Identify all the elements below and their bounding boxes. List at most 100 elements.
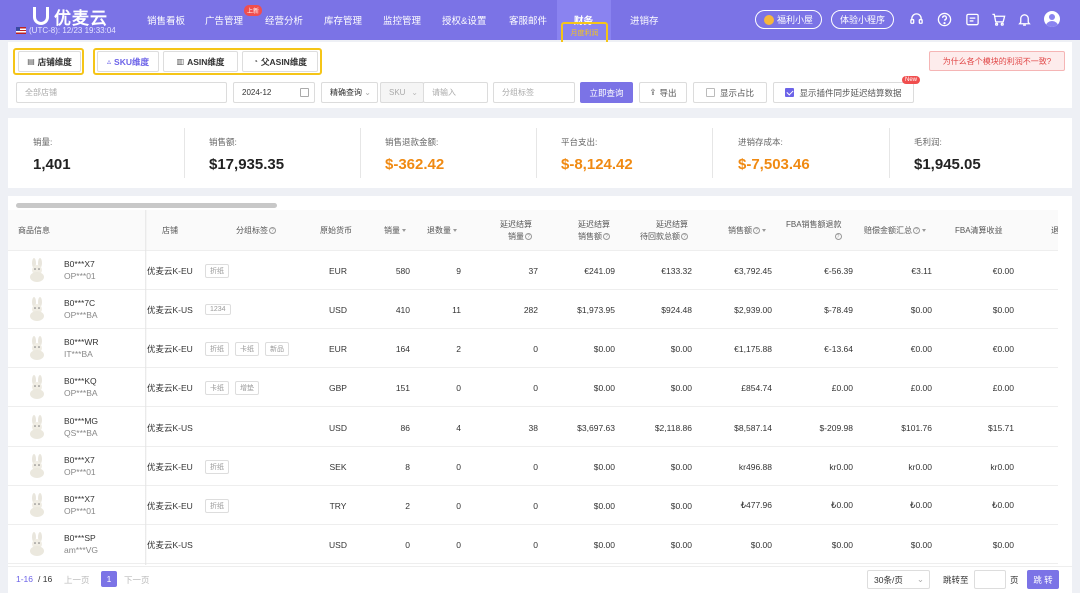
show-ratio-checkbox[interactable]: 显示占比 bbox=[693, 82, 767, 103]
table-row: B0***X7 OP***01 优麦云K-EU 折纸 EUR 580 9 37 €241.09 €… bbox=[8, 251, 1058, 290]
cell-currency: EUR bbox=[329, 265, 347, 276]
stat-label: 毛利润: bbox=[914, 137, 942, 147]
export-icon: ⇪ bbox=[649, 87, 657, 97]
group-tag: 卡纸 bbox=[205, 380, 229, 395]
menu-inventory[interactable]: 库存管理 bbox=[324, 13, 362, 27]
cell-qty: 8 bbox=[405, 461, 410, 472]
match-mode-select[interactable]: 精确查询 ⌄ bbox=[321, 82, 378, 103]
jump-page-input[interactable] bbox=[974, 570, 1006, 589]
stat-label: 销售额: bbox=[209, 137, 237, 147]
th-delay-amount-line2: 销售额 bbox=[578, 232, 602, 241]
miniprogram-label: 体验小程序 bbox=[840, 15, 886, 25]
support-icon[interactable] bbox=[908, 11, 924, 27]
store-select[interactable]: 全部店铺 bbox=[16, 82, 227, 103]
product-asin: B0***7C bbox=[64, 298, 96, 308]
menu-purchase-sales[interactable]: 进销存 bbox=[630, 13, 659, 27]
page-size-value: 30条/页 bbox=[874, 574, 903, 585]
product-thumbnail bbox=[26, 375, 48, 399]
next-page-button[interactable]: 下一页 bbox=[124, 574, 150, 586]
menu-sales-board[interactable]: 销售看板 bbox=[147, 13, 185, 27]
th-refund-qty[interactable]: 退数量 bbox=[427, 225, 457, 237]
help-icon[interactable]: ? bbox=[603, 233, 610, 241]
menu-customer-email[interactable]: 客服邮件 bbox=[509, 13, 547, 27]
cell-refund-qty: 0 bbox=[456, 382, 461, 393]
product-info[interactable]: B0***KQ OP***BA bbox=[64, 375, 98, 399]
jump-button[interactable]: 跳 转 bbox=[1027, 570, 1059, 589]
menu-auth-settings[interactable]: 授权&设置 bbox=[442, 13, 486, 27]
horizontal-scrollbar[interactable] bbox=[16, 203, 277, 208]
group-tag-select[interactable]: 分组标签 bbox=[493, 82, 575, 103]
sort-icon[interactable] bbox=[762, 229, 766, 233]
product-sku: am***VG bbox=[64, 545, 99, 555]
product-thumbnail bbox=[26, 493, 48, 517]
cell-fba-liquidation: ₺0.00 bbox=[992, 500, 1014, 510]
help-icon[interactable]: ? bbox=[834, 233, 842, 241]
stat-value: $1,945.05 bbox=[914, 156, 981, 173]
message-icon[interactable] bbox=[964, 11, 980, 27]
stat-label: 进销存成本: bbox=[738, 137, 783, 147]
th-delay-qty-line2: 销量 bbox=[508, 232, 524, 241]
cell-refund-qty: 4 bbox=[456, 422, 461, 433]
miniprogram-button[interactable]: 体验小程序 bbox=[831, 10, 895, 29]
cell-compensation: $0.00 bbox=[910, 304, 932, 315]
benefits-button[interactable]: 福利小屋 bbox=[755, 10, 823, 29]
sort-icon[interactable] bbox=[922, 229, 926, 233]
bell-icon[interactable] bbox=[1016, 11, 1032, 27]
cell-fba-refund: kr0.00 bbox=[829, 461, 853, 472]
help-icon[interactable]: ? bbox=[681, 233, 688, 241]
cell-refund-qty: 11 bbox=[452, 304, 461, 315]
profit-difference-link[interactable]: 为什么各个模块的利润不一致? bbox=[929, 51, 1065, 71]
cell-delay-pending: $924.48 bbox=[661, 304, 692, 315]
cart-icon[interactable] bbox=[990, 11, 1006, 27]
th-sales[interactable]: 销售额? bbox=[728, 225, 766, 237]
cell-delay-qty: 0 bbox=[533, 500, 538, 511]
field-chevron-icon: ⌄ bbox=[411, 88, 418, 97]
product-info[interactable]: B0***7C OP***BA bbox=[64, 297, 98, 321]
th-delay-qty: 延迟结算 销量? bbox=[500, 219, 532, 243]
query-button[interactable]: 立即查询 bbox=[580, 82, 633, 103]
th-qty[interactable]: 销量 bbox=[384, 225, 406, 237]
page-size-select[interactable]: 30条/页 ⌄ bbox=[867, 570, 930, 589]
cell-currency: USD bbox=[329, 539, 347, 550]
sort-icon[interactable] bbox=[402, 229, 406, 233]
cell-sales: $8,587.14 bbox=[734, 422, 772, 433]
cell-tags: 折纸 bbox=[205, 251, 235, 290]
sort-icon[interactable] bbox=[453, 229, 457, 233]
field-select-value: SKU bbox=[389, 88, 406, 97]
help-icon[interactable]: ? bbox=[753, 227, 760, 235]
cell-tags: 卡纸 增垫 bbox=[205, 368, 265, 407]
product-info[interactable]: B0***X7 OP***01 bbox=[64, 454, 96, 478]
show-plugin-data-checkbox[interactable]: 显示插件同步延迟结算数据 bbox=[773, 82, 914, 103]
product-info[interactable]: B0***WR IT***BA bbox=[64, 336, 98, 360]
product-sku: OP***01 bbox=[64, 506, 96, 516]
cell-fba-refund: $0.00 bbox=[831, 539, 853, 550]
product-info[interactable]: B0***X7 OP***01 bbox=[64, 258, 96, 282]
checkbox-checked-icon bbox=[785, 88, 795, 97]
menu-business-analysis[interactable]: 经营分析 bbox=[265, 13, 303, 27]
help-icon[interactable] bbox=[936, 11, 952, 27]
menu-ad-management[interactable]: 广告管理 bbox=[205, 13, 243, 27]
menu-monitoring[interactable]: 监控管理 bbox=[383, 13, 421, 27]
field-select[interactable]: SKU ⌄ bbox=[380, 82, 424, 103]
cell-currency: USD bbox=[329, 422, 347, 433]
cell-fba-refund: $-209.98 bbox=[819, 422, 853, 433]
help-icon[interactable]: ? bbox=[269, 227, 276, 235]
stat-label: 销售退款金额: bbox=[385, 137, 439, 147]
help-icon[interactable]: ? bbox=[525, 233, 532, 241]
export-button[interactable]: ⇪ 导出 bbox=[639, 82, 687, 103]
cell-refund-qty: 0 bbox=[456, 500, 461, 511]
product-info[interactable]: B0***X7 OP***01 bbox=[64, 493, 96, 517]
product-info[interactable]: B0***SP am***VG bbox=[64, 532, 98, 556]
help-icon[interactable]: ? bbox=[913, 227, 920, 235]
keyword-input[interactable]: 请输入 bbox=[423, 82, 488, 103]
avatar-icon[interactable] bbox=[1044, 11, 1060, 27]
cell-compensation: kr0.00 bbox=[908, 461, 932, 472]
page-1-button[interactable]: 1 bbox=[101, 571, 117, 587]
stat-value: $-8,124.42 bbox=[561, 156, 633, 173]
vertical-scroll-gutter bbox=[1058, 210, 1072, 565]
prev-page-button[interactable]: 上一页 bbox=[64, 574, 90, 586]
product-info[interactable]: B0***MG QS***BA bbox=[64, 415, 98, 439]
th-delay-pending: 延迟结算 待回款总额? bbox=[640, 219, 688, 243]
month-picker[interactable]: 2024-12 bbox=[233, 82, 315, 103]
month-value: 2024-12 bbox=[242, 88, 272, 97]
